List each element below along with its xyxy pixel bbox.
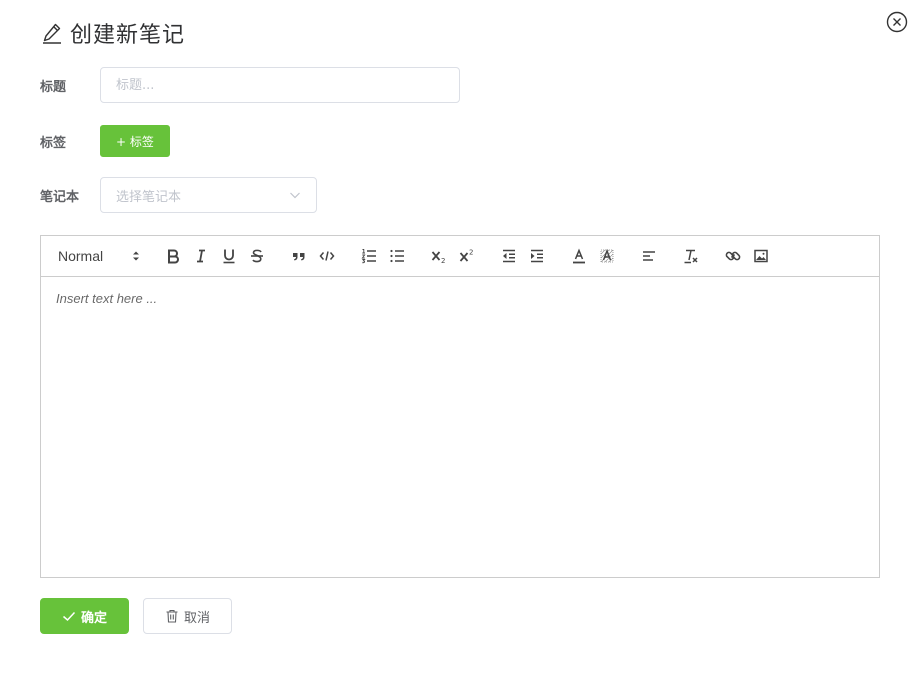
underline-button[interactable] [215,244,243,268]
superscript-button[interactable]: 2 [453,244,481,268]
editor-content-area[interactable]: Insert text here ... [41,277,879,577]
strike-icon [251,249,263,263]
text-color-button[interactable] [565,244,593,268]
header-format-select[interactable]: Normal [49,244,149,268]
outdent-icon [503,249,515,263]
link-button[interactable] [719,244,747,268]
header-format-value: Normal [58,248,104,264]
dialog-header: 创建新笔记 [40,18,185,48]
notebook-form-row: 笔记本 选择笔记本 [40,177,317,213]
strike-button[interactable] [243,244,271,268]
notebook-select[interactable]: 选择笔记本 [100,177,317,213]
align-icon [643,251,655,261]
bold-button[interactable] [159,244,187,268]
editor-placeholder: Insert text here ... [56,291,158,306]
close-circle-icon [886,11,908,33]
italic-icon [197,249,205,263]
clear-format-icon [684,249,698,264]
pencil-icon [43,23,61,44]
subscript-icon: 2 [431,251,445,265]
bold-icon [168,249,179,264]
code-block-button[interactable] [313,244,341,268]
align-button[interactable] [635,244,663,268]
chevron-down-icon [290,192,300,199]
close-dialog-button[interactable] [886,11,908,33]
italic-button[interactable] [187,244,215,268]
up-down-arrows-icon [133,251,139,261]
confirm-button[interactable]: 确定 [40,598,129,634]
indent-icon [531,249,543,263]
outdent-button[interactable] [495,244,523,268]
notebook-select-placeholder: 选择笔记本 [116,189,182,205]
title-input[interactable] [100,67,460,103]
superscript-icon: 2 [459,249,473,262]
underline-icon [223,249,235,264]
indent-button[interactable] [523,244,551,268]
check-icon [62,611,76,622]
svg-text:2: 2 [441,257,445,265]
background-color-icon [600,248,614,263]
background-color-button[interactable] [593,244,621,268]
subscript-button[interactable]: 2 [425,244,453,268]
title-form-row: 标题 [40,67,460,103]
blockquote-icon [293,253,305,261]
ordered-list-button[interactable] [355,244,383,268]
tags-form-row: 标签 + 标签 [40,125,170,157]
text-color-icon [573,248,585,264]
tags-label: 标签 [40,135,67,151]
image-button[interactable] [747,244,775,268]
clear-format-button[interactable] [677,244,705,268]
rich-text-editor: Normal 2 2 Insert text here ... [40,235,880,578]
add-tag-button[interactable]: + 标签 [100,125,170,157]
editor-toolbar: Normal 2 2 [41,236,879,277]
blockquote-button[interactable] [285,244,313,268]
link-icon [725,251,741,261]
image-icon [754,249,768,263]
ordered-list-icon [361,249,376,264]
bullet-list-button[interactable] [383,244,411,268]
bullet-list-icon [390,249,404,263]
trash-icon [166,609,178,623]
svg-text:2: 2 [469,249,473,257]
cancel-button[interactable]: 取消 [143,598,232,634]
code-block-icon [319,251,335,261]
dialog-title: 创建新笔记 [70,23,186,48]
notebook-label: 笔记本 [40,189,80,205]
confirm-button-label: 确定 [80,610,107,626]
cancel-button-label: 取消 [183,610,210,626]
title-label: 标题 [40,79,67,95]
